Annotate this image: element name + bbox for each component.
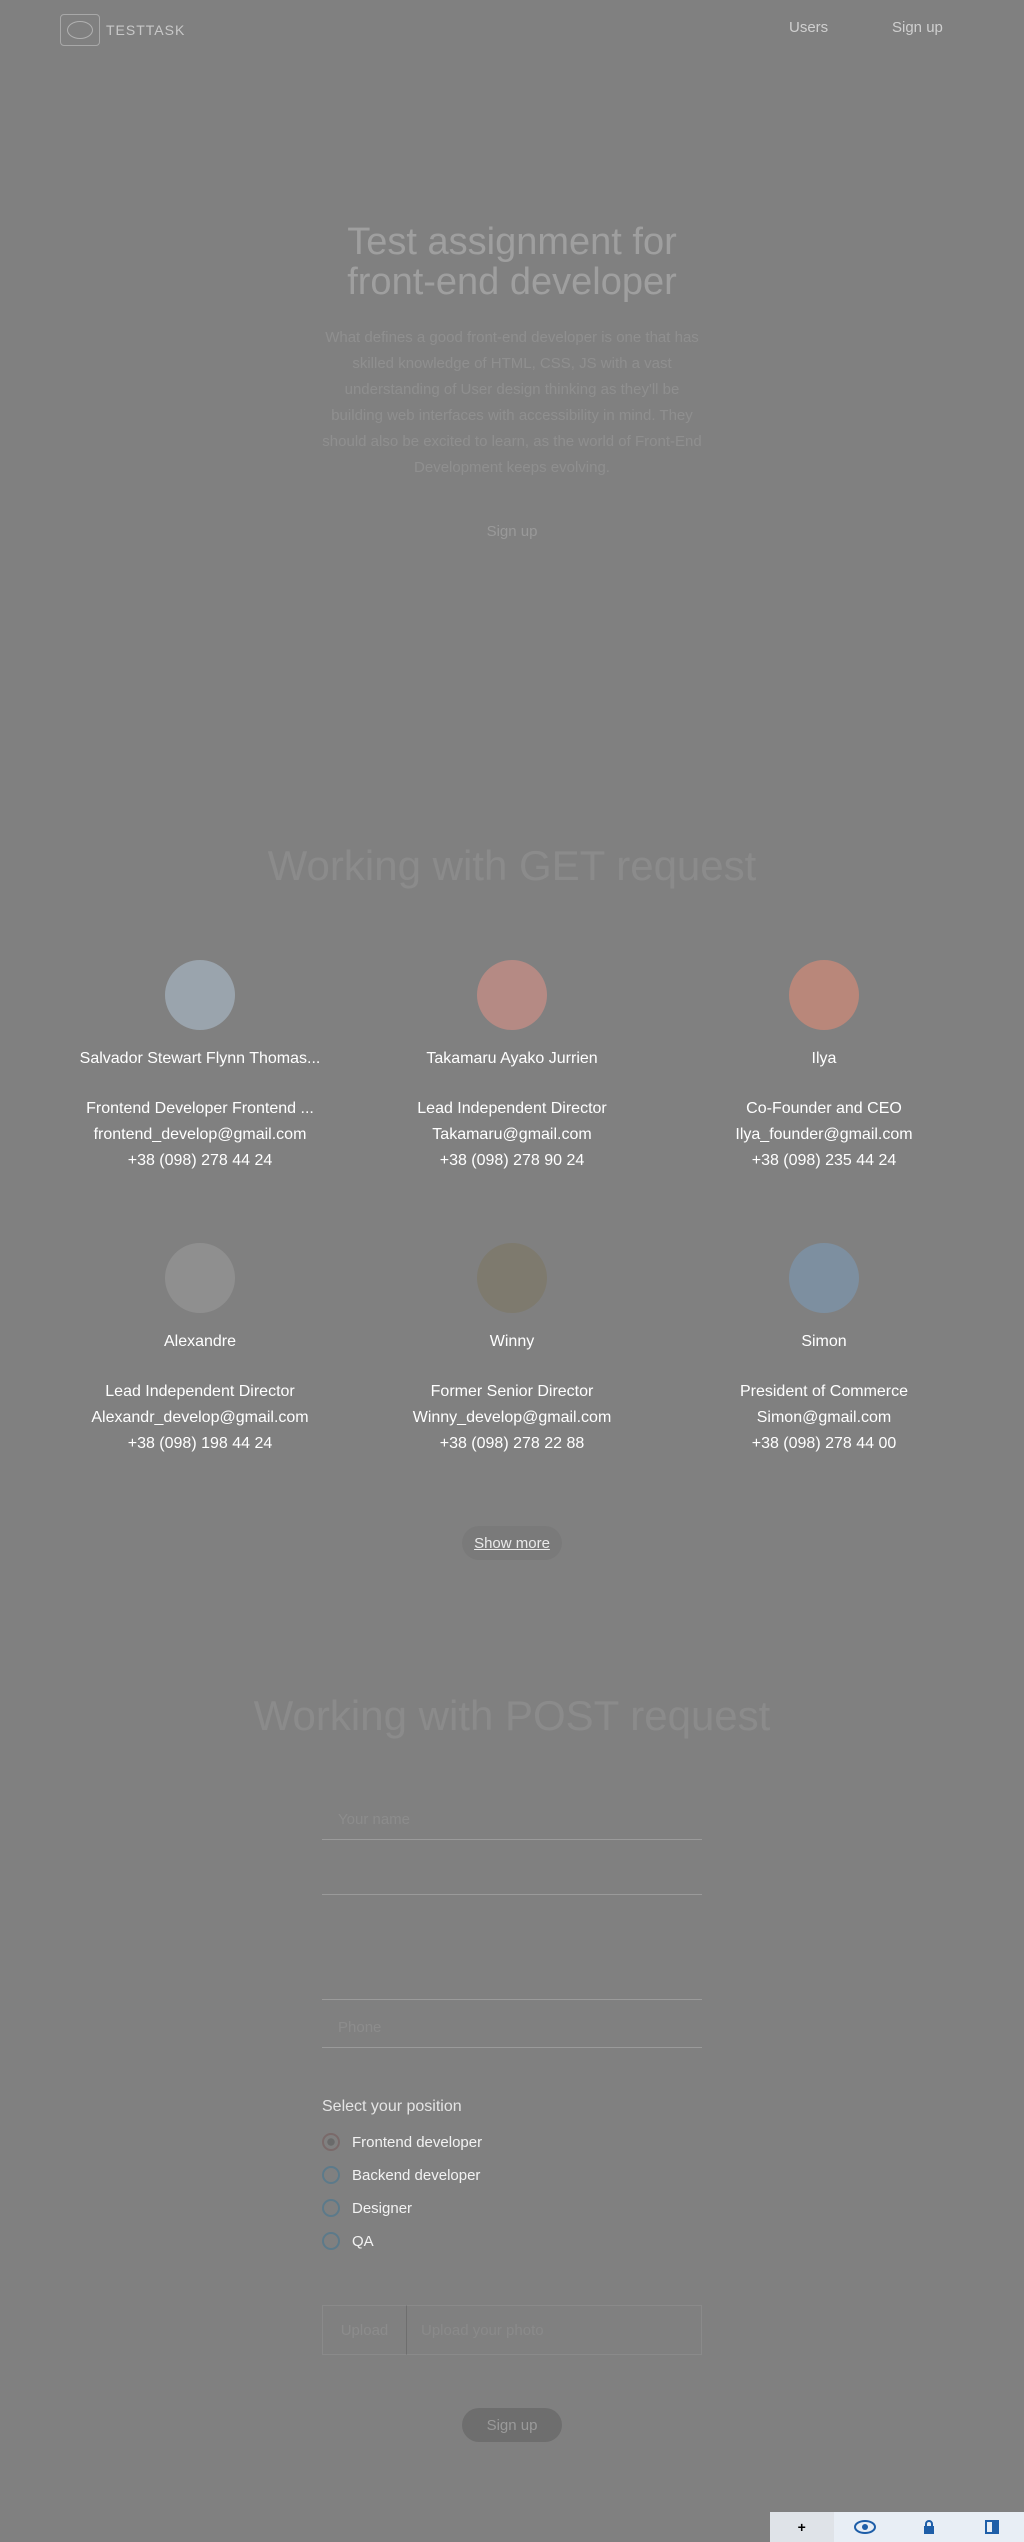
user-position: Lead Independent Director [417, 1100, 607, 1117]
radio-button[interactable] [322, 2199, 340, 2217]
user-position: Co-Founder and CEO [746, 1100, 902, 1117]
hero-signup-button[interactable]: Sign up [462, 515, 562, 547]
user-position: Frontend Developer Frontend ... [86, 1100, 314, 1117]
user-card: Salvador Stewart Flynn Thomas... Fronten… [50, 960, 350, 1174]
hero-description: What defines a good front-end developer … [322, 329, 702, 476]
user-phone: +38 (098) 278 22 88 [439, 1435, 585, 1452]
radio-button[interactable] [322, 2232, 340, 2250]
avatar [165, 1243, 235, 1313]
position-option[interactable]: QA [322, 2232, 374, 2250]
position-select-label: Select your position [322, 2098, 462, 2115]
lock-icon[interactable] [897, 2512, 961, 2542]
position-option-label: Backend developer [352, 2166, 481, 2184]
user-email: Simon@gmail.com [756, 1409, 892, 1426]
hero-title: Test assignment for front-end developer [280, 222, 744, 302]
avatar [477, 1243, 547, 1313]
position-option[interactable]: Frontend developer [322, 2133, 482, 2151]
upload-button[interactable]: Upload [322, 2305, 406, 2355]
user-name: Salvador Stewart Flynn Thomas... [79, 1050, 321, 1067]
email-input[interactable] [322, 1855, 702, 1895]
user-position: President of Commerce [739, 1383, 909, 1400]
avatar [165, 960, 235, 1030]
user-name: Alexandre [163, 1333, 237, 1350]
avatar [789, 1243, 859, 1313]
show-more-button[interactable]: Show more [462, 1526, 562, 1560]
get-section-title: Working with GET request [267, 842, 757, 889]
hero-title-line-2: front-end developer [347, 261, 677, 303]
users-nav-button[interactable]: Users [783, 18, 834, 37]
user-email: frontend_develop@gmail.com [93, 1126, 307, 1143]
eye-icon[interactable] [834, 2512, 898, 2542]
logo[interactable]: TESTTASK [60, 14, 185, 46]
position-option[interactable]: Designer [322, 2199, 412, 2217]
browser-toolbar: + [770, 2512, 1024, 2542]
position-option-label: Designer [352, 2199, 413, 2217]
user-email: Takamaru@gmail.com [432, 1126, 592, 1143]
name-input[interactable] [322, 1800, 702, 1840]
position-option-label: QA [352, 2232, 374, 2250]
user-name: Winny [489, 1333, 535, 1350]
upload-hint[interactable]: Upload your photo [406, 2305, 702, 2355]
signup-nav-button[interactable]: Sign up [886, 18, 949, 37]
logo-text: TESTTASK [106, 22, 186, 38]
panel-icon[interactable] [961, 2512, 1024, 2542]
user-card: Takamaru Ayako Jurrien Lead Independent … [362, 960, 662, 1174]
radio-button[interactable] [322, 2166, 340, 2184]
user-name: Ilya [811, 1050, 837, 1067]
user-card: Simon President of Commerce Simon@gmail.… [674, 1243, 974, 1457]
avatar [789, 960, 859, 1030]
submit-signup-button[interactable]: Sign up [462, 2408, 562, 2442]
user-phone: +38 (098) 198 44 24 [127, 1435, 273, 1452]
position-option[interactable]: Backend developer [322, 2166, 480, 2184]
add-icon[interactable]: + [770, 2512, 834, 2542]
hero-title-line-1: Test assignment for [347, 221, 677, 263]
message-input[interactable] [322, 1960, 702, 2000]
user-card: Alexandre Lead Independent Director Alex… [50, 1243, 350, 1457]
position-option-label: Frontend developer [352, 2133, 483, 2151]
user-card: Winny Former Senior Director Winny_devel… [362, 1243, 662, 1457]
user-phone: +38 (098) 278 44 00 [751, 1435, 897, 1452]
user-email: Ilya_founder@gmail.com [735, 1126, 913, 1143]
user-phone: +38 (098) 235 44 24 [751, 1152, 897, 1169]
user-name: Simon [801, 1333, 847, 1350]
photo-upload: Upload Upload your photo [322, 2305, 702, 2355]
user-phone: +38 (098) 278 44 24 [127, 1152, 273, 1169]
phone-input[interactable] [322, 2008, 702, 2048]
radio-button[interactable] [322, 2133, 340, 2151]
cat-logo-icon [60, 14, 100, 46]
user-email: Winny_develop@gmail.com [412, 1409, 612, 1426]
user-name: Takamaru Ayako Jurrien [426, 1050, 598, 1067]
avatar [477, 960, 547, 1030]
post-section-title: Working with POST request [253, 1692, 771, 1739]
user-position: Lead Independent Director [105, 1383, 295, 1400]
user-email: Alexandr_develop@gmail.com [91, 1409, 309, 1426]
user-position: Former Senior Director [430, 1383, 594, 1400]
user-phone: +38 (098) 278 90 24 [439, 1152, 585, 1169]
header: TESTTASK Users Sign up [0, 0, 1024, 60]
user-card: Ilya Co-Founder and CEO Ilya_founder@gma… [674, 960, 974, 1174]
